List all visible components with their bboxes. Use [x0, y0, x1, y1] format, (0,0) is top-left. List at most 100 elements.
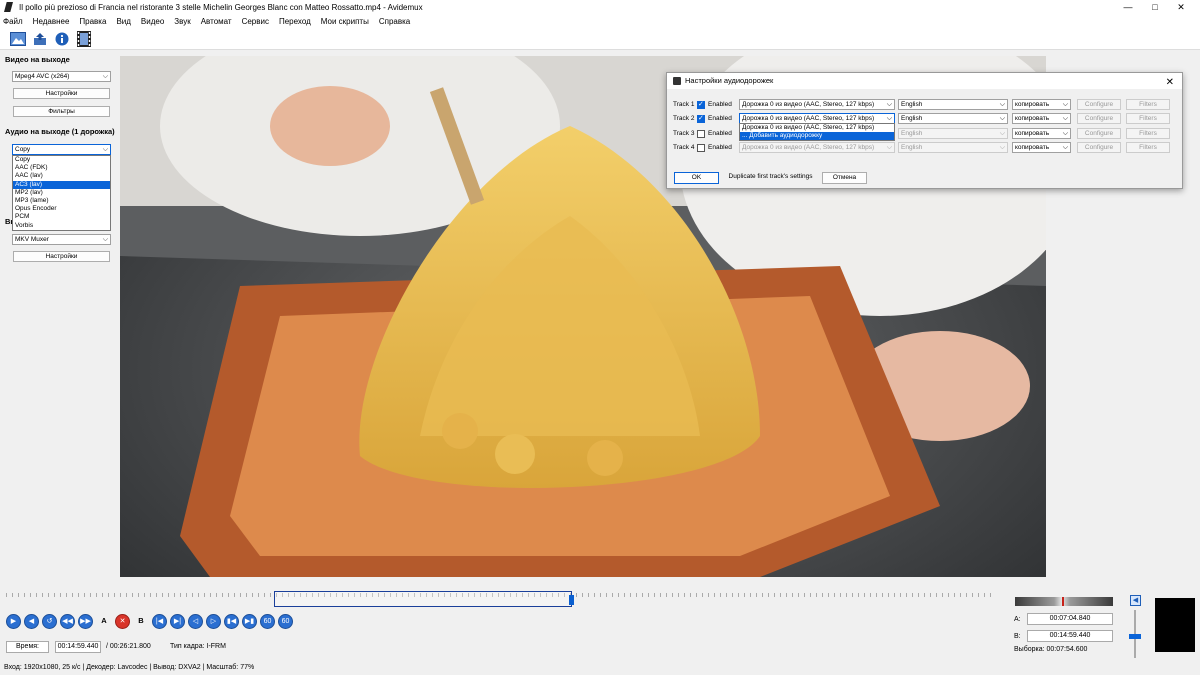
marker-a-label: A: — [1014, 616, 1021, 623]
track-enabled-checkbox[interactable] — [697, 114, 705, 123]
speaker-icon[interactable]: ◀ — [1130, 595, 1141, 606]
set-marker-a-button[interactable]: A — [96, 614, 112, 629]
dropdown-option[interactable]: MP2 (lav) — [13, 189, 110, 197]
total-time: / 00:26:21.800 — [106, 643, 151, 650]
toolbar — [0, 28, 1200, 50]
menu-help[interactable]: Справка — [379, 17, 410, 26]
status-bar: Вход: 1920x1080, 25 к/с | Декодер: Lavco… — [4, 664, 255, 671]
track-codec-select[interactable]: копировать ⌵ — [1012, 99, 1071, 110]
menu-video[interactable]: Видео — [141, 17, 164, 26]
marker-a-field[interactable]: 00:07:04.840 — [1027, 613, 1113, 625]
track-configure-button[interactable]: Configure — [1077, 113, 1121, 124]
forward-60s-button[interactable]: 60 — [278, 614, 293, 629]
loop-button[interactable]: ↺ — [42, 614, 57, 629]
track-filters-button[interactable]: Filters — [1126, 142, 1170, 153]
track-filters-button[interactable]: Filters — [1126, 128, 1170, 139]
video-settings-button[interactable]: Настройки — [13, 88, 110, 99]
volume-slider-handle[interactable] — [1129, 634, 1141, 639]
track-configure-button[interactable]: Configure — [1077, 142, 1121, 153]
dropdown-option[interactable]: PCM — [13, 213, 110, 221]
track-enabled-checkbox[interactable] — [697, 100, 705, 109]
menu-recent[interactable]: Недавнее — [33, 17, 70, 26]
track-filters-button[interactable]: Filters — [1126, 99, 1170, 110]
prev-black-button[interactable]: ▮◀ — [224, 614, 239, 629]
video-codec-select[interactable]: Mpeg4 AVC (x264) ⌵ — [12, 71, 111, 82]
prev-keyframe-button[interactable]: ◁ — [188, 614, 203, 629]
chevron-down-icon: ⌵ — [1062, 144, 1068, 151]
menu-auto[interactable]: Автомат — [201, 17, 232, 26]
muxer-settings-button[interactable]: Настройки — [13, 251, 110, 262]
menu-go[interactable]: Переход — [279, 17, 311, 26]
track-codec-select[interactable]: копировать ⌵ — [1012, 142, 1071, 153]
track-codec-select[interactable]: копировать ⌵ — [1012, 128, 1071, 139]
goto-start-button[interactable]: |◀ — [152, 614, 167, 629]
track-configure-button[interactable]: Configure — [1077, 99, 1121, 110]
dropdown-option[interactable]: Copy — [13, 156, 110, 164]
dropdown-option-selected[interactable]: AC3 (lav) — [13, 180, 110, 189]
chevron-down-icon: ⌵ — [102, 236, 108, 243]
dialog-title: Настройки аудиодорожек — [685, 76, 774, 85]
timeline-selection[interactable] — [274, 591, 572, 607]
next-frame-button[interactable]: ▶▶ — [78, 614, 93, 629]
marker-b-field[interactable]: 00:14:59.440 — [1027, 630, 1113, 642]
add-audio-track-option[interactable]: ... Добавить аудиодорожку — [740, 132, 894, 140]
rewind-button[interactable]: ◀ — [24, 614, 39, 629]
track-language-select[interactable]: English ⌵ — [898, 128, 1008, 139]
dropdown-option[interactable]: AAC (FDK) — [13, 164, 110, 172]
back-60s-button[interactable]: 60 — [260, 614, 275, 629]
chevron-down-icon: ⌵ — [999, 115, 1005, 122]
enabled-label: Enabled — [708, 101, 732, 108]
timeline[interactable] — [0, 583, 1000, 613]
track-source-select[interactable]: Дорожка 0 из видео (AAC, Stereo, 127 kbp… — [739, 99, 895, 110]
info-icon[interactable] — [54, 31, 70, 47]
play-button[interactable]: ▶ — [6, 614, 21, 629]
open-image-icon[interactable] — [10, 31, 26, 47]
time-button[interactable]: Время: — [6, 641, 49, 653]
chevron-down-icon: ⌵ — [999, 144, 1005, 151]
muxer-select[interactable]: MKV Muxer ⌵ — [12, 234, 111, 245]
track-enabled-checkbox[interactable] — [697, 144, 705, 152]
dialog-title-bar: Настройки аудиодорожек ✕ — [667, 73, 1182, 89]
dropdown-option[interactable]: Opus Encoder — [13, 205, 110, 213]
next-black-button[interactable]: ▶▮ — [242, 614, 257, 629]
menu-audio[interactable]: Звук — [174, 17, 190, 26]
goto-end-button[interactable]: ▶| — [170, 614, 185, 629]
prev-frame-button[interactable]: ◀◀ — [60, 614, 75, 629]
track-source-select[interactable]: Дорожка 0 из видео (AAC, Stereo, 127 kbp… — [739, 142, 895, 153]
save-icon[interactable] — [32, 31, 48, 47]
dropdown-option[interactable]: Vorbis — [13, 222, 110, 230]
track-source-dropdown: Дорожка 0 из видео (AAC, Stereo, 127 kbp… — [739, 123, 895, 141]
dialog-close-button[interactable]: ✕ — [1166, 75, 1174, 91]
ok-button[interactable]: OK — [674, 172, 719, 184]
close-button[interactable]: ✕ — [1158, 0, 1200, 14]
dropdown-option[interactable]: Дорожка 0 из видео (AAC, Stereo, 127 kbp… — [740, 124, 894, 132]
track-enabled-checkbox[interactable] — [697, 130, 705, 138]
dropdown-option[interactable]: AAC (lav) — [13, 172, 110, 180]
track-language-select[interactable]: English ⌵ — [898, 99, 1008, 110]
track-codec-select[interactable]: копировать ⌵ — [1012, 113, 1071, 124]
chevron-down-icon: ⌵ — [102, 146, 108, 153]
window-title: Il pollo più prezioso di Francia nel ris… — [19, 2, 423, 12]
menu-file[interactable]: Файл — [3, 17, 23, 26]
audio-codec-select[interactable]: Copy ⌵ — [12, 144, 111, 155]
audio-codec-dropdown: Copy AAC (FDK) AAC (lav) AC3 (lav) MP2 (… — [12, 155, 111, 231]
duplicate-settings-button[interactable]: Duplicate first track's settings — [724, 172, 817, 184]
dropdown-option[interactable]: MP3 (lame) — [13, 197, 110, 205]
menu-scripts[interactable]: Мои скрипты — [321, 17, 369, 26]
menu-tools[interactable]: Сервис — [242, 17, 269, 26]
film-icon[interactable] — [76, 30, 92, 47]
timeline-cursor[interactable] — [569, 595, 574, 605]
menu-edit[interactable]: Правка — [79, 17, 106, 26]
cancel-button[interactable]: Отмена — [822, 172, 867, 184]
video-filters-button[interactable]: Фильтры — [13, 106, 110, 117]
track-filters-button[interactable]: Filters — [1126, 113, 1170, 124]
current-time-field[interactable]: 00:14:59.440 — [55, 641, 101, 653]
track-configure-button[interactable]: Configure — [1077, 128, 1121, 139]
set-marker-b-button[interactable]: B — [133, 614, 149, 629]
menu-view[interactable]: Вид — [116, 17, 130, 26]
track-language-select[interactable]: English ⌵ — [898, 113, 1008, 124]
track-language-select[interactable]: English ⌵ — [898, 142, 1008, 153]
next-keyframe-button[interactable]: ▷ — [206, 614, 221, 629]
delete-selection-button[interactable]: ✕ — [115, 614, 130, 629]
track-row-1: Track 1 Enabled Дорожка 0 из видео (AAC,… — [673, 99, 1173, 111]
